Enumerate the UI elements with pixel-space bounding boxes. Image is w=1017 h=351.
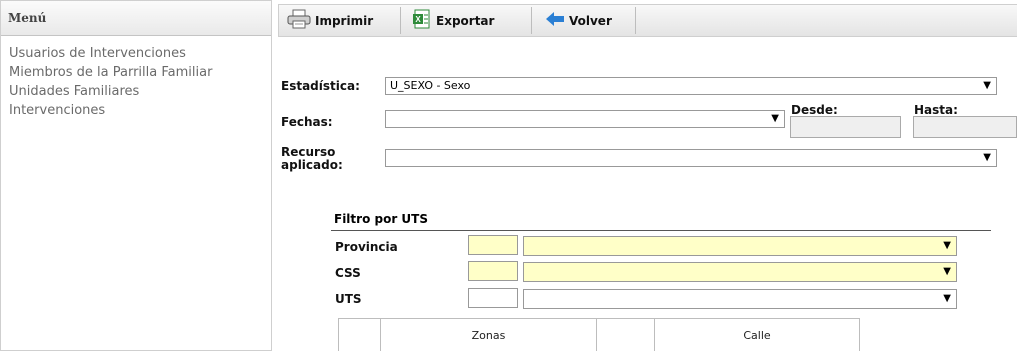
recurso-label: Recurso aplicado: [281,146,343,172]
css-select[interactable]: ▼ [523,262,957,282]
sidebar-item-intervenciones[interactable]: Intervenciones [9,101,271,120]
back-button[interactable]: Volver [545,5,612,36]
print-button[interactable]: Imprimir [287,5,373,36]
tab-calle-label: Calle [743,328,771,342]
uts-code-input[interactable] [468,288,518,308]
chevron-down-icon: ▼ [943,266,951,277]
tab-calle[interactable]: Calle [654,318,860,351]
filter-title: Filtro por UTS [334,212,429,226]
desde-date-field[interactable] [790,116,901,138]
toolbar-divider [400,7,401,34]
provincia-select[interactable]: ▼ [523,236,957,256]
toolbar-divider [635,7,636,34]
desde-label: Desde: [791,103,838,117]
printer-icon [287,9,315,32]
hasta-date-field[interactable] [913,116,1017,138]
uts-label: UTS [335,292,362,306]
excel-icon: X [412,9,436,32]
toolbar-divider [531,7,532,34]
main-content: Imprimir X Exportar Volver Estadística: … [278,0,1017,351]
export-button[interactable]: X Exportar [412,5,494,36]
svg-text:X: X [415,15,421,24]
sidebar-item-unidades-familiares[interactable]: Unidades Familiares [9,82,271,101]
toolbar: Imprimir X Exportar Volver [278,4,1017,37]
back-label: Volver [569,13,612,28]
export-label: Exportar [436,13,495,28]
hasta-label: Hasta: [914,103,958,117]
sidebar-list: Usuarios de Intervenciones Miembros de l… [1,44,271,120]
provincia-code-input[interactable] [468,235,518,255]
chevron-down-icon: ▼ [983,80,991,91]
tab-zonas[interactable]: Zonas [380,318,597,351]
print-label: Imprimir [315,13,374,28]
css-code-input[interactable] [468,261,518,281]
tab-zonas-label: Zonas [471,328,506,342]
recurso-select[interactable]: ▼ [385,149,997,167]
sidebar-item-usuarios-intervenciones[interactable]: Usuarios de Intervenciones [9,44,271,63]
provincia-label: Provincia [335,240,398,254]
estadistica-select[interactable]: U_SEXO - Sexo ▼ [385,77,997,95]
fechas-label: Fechas: [281,115,333,129]
estadistica-label: Estadística: [281,79,360,93]
chevron-down-icon: ▼ [983,152,991,163]
sidebar-menu: Menú Usuarios de Intervenciones Miembros… [0,0,272,351]
chevron-down-icon: ▼ [943,293,951,304]
sidebar-item-miembros-parrilla[interactable]: Miembros de la Parrilla Familiar [9,63,271,82]
chevron-down-icon: ▼ [943,240,951,251]
uts-select[interactable]: ▼ [523,289,957,309]
filter-divider [331,230,991,231]
chevron-down-icon: ▼ [771,113,779,124]
tab-blank[interactable] [338,318,381,351]
css-label: CSS [335,266,361,280]
tab-blank[interactable] [596,318,655,351]
sidebar-title: Menú [1,1,271,36]
estadistica-value: U_SEXO - Sexo [390,79,471,92]
fechas-select[interactable]: ▼ [385,110,785,128]
back-arrow-icon [545,11,569,30]
recurso-label-line2: aplicado: [281,158,343,172]
